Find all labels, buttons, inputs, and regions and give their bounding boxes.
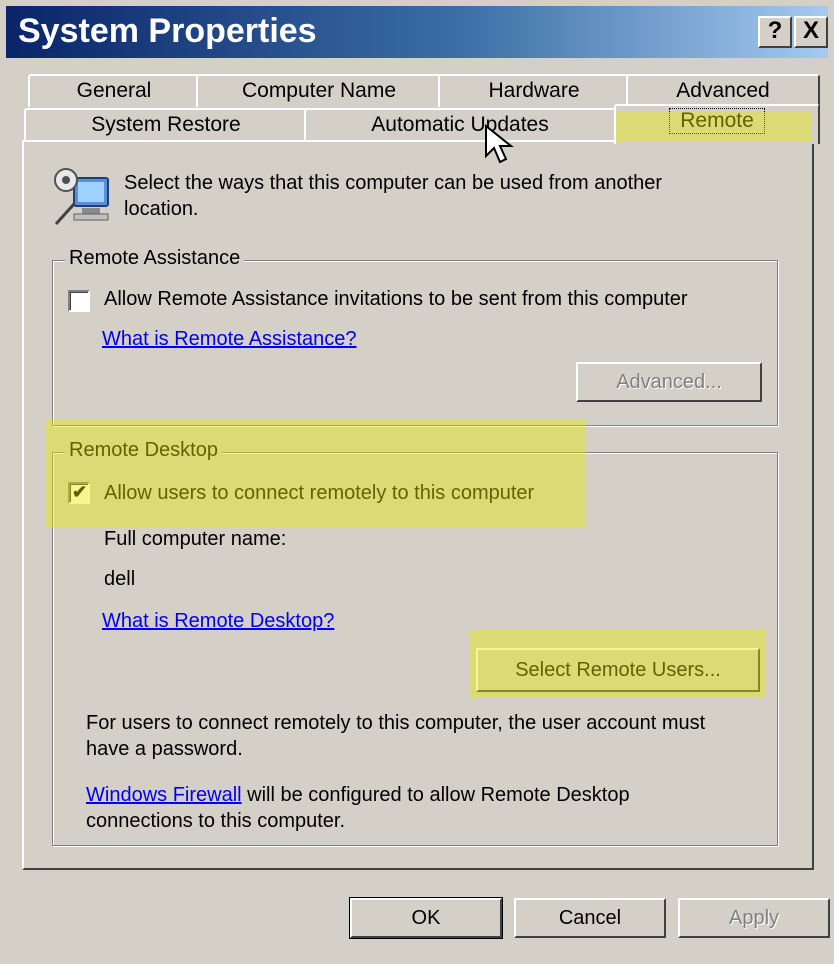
tab-system-restore[interactable]: System Restore — [24, 108, 308, 141]
full-computer-name-value: dell — [104, 568, 136, 590]
remote-desktop-group-label: Remote Desktop — [65, 439, 222, 462]
window-title: System Properties — [18, 12, 317, 50]
tab-computer-name-label: Computer Name — [241, 79, 397, 102]
intro-text-line1: Select the ways that this computer can b… — [124, 172, 663, 194]
tab-automatic-updates-label: Automatic Updates — [371, 113, 549, 136]
close-button[interactable]: X — [794, 16, 828, 48]
what-is-remote-desktop-link[interactable]: What is Remote Desktop? — [102, 610, 334, 633]
allow-remote-assistance-label[interactable]: Allow Remote Assistance invitations to b… — [104, 288, 688, 311]
computer-remote-icon — [54, 168, 109, 226]
remote-assistance-group-label: Remote Assistance — [65, 247, 245, 270]
tab-computer-name[interactable]: Computer Name — [196, 74, 442, 107]
password-note-line2: have a password. — [86, 738, 243, 760]
tab-general[interactable]: General — [28, 74, 200, 107]
password-note-line1: For users to connect remotely to this co… — [86, 712, 706, 734]
allow-remote-connections-checkbox[interactable]: ✔ — [68, 482, 90, 504]
firewall-note-line1: Windows Firewall will be configured to a… — [86, 784, 630, 807]
tab-advanced-label: Advanced — [676, 79, 770, 102]
title-bar[interactable]: System Properties ? X — [6, 6, 828, 58]
tab-hardware[interactable]: Hardware — [438, 74, 630, 107]
tab-remote-label: Remote — [669, 108, 765, 134]
full-computer-name-label: Full computer name: — [104, 528, 287, 550]
system-properties-window: System Properties ? X General Computer N… — [0, 0, 834, 964]
what-is-remote-assistance-link[interactable]: What is Remote Assistance? — [102, 328, 357, 351]
cancel-button[interactable]: Cancel — [514, 898, 666, 938]
firewall-note-line2: connections to this computer. — [86, 810, 346, 832]
checkmark-icon: ✔ — [72, 482, 88, 502]
firewall-note-text: will be configured to allow Remote Deskt… — [241, 784, 630, 806]
allow-remote-connections-label[interactable]: Allow users to connect remotely to this … — [104, 482, 534, 505]
tab-hardware-label: Hardware — [488, 79, 580, 102]
tab-remote[interactable]: Remote — [614, 104, 820, 144]
intro-text-line2: location. — [124, 198, 199, 220]
advanced-button[interactable]: Advanced... — [576, 362, 762, 402]
allow-remote-assistance-checkbox[interactable] — [68, 290, 90, 312]
select-remote-users-button[interactable]: Select Remote Users... — [476, 648, 760, 692]
help-button[interactable]: ? — [758, 16, 792, 48]
tab-advanced[interactable]: Advanced — [626, 74, 820, 107]
tab-system-restore-label: System Restore — [91, 113, 241, 136]
mouse-cursor-icon — [485, 124, 514, 164]
apply-button[interactable]: Apply — [678, 898, 830, 938]
tab-general-label: General — [76, 79, 152, 102]
ok-button[interactable]: OK — [349, 897, 503, 939]
windows-firewall-link[interactable]: Windows Firewall — [86, 784, 242, 806]
tab-automatic-updates[interactable]: Automatic Updates — [304, 108, 616, 141]
